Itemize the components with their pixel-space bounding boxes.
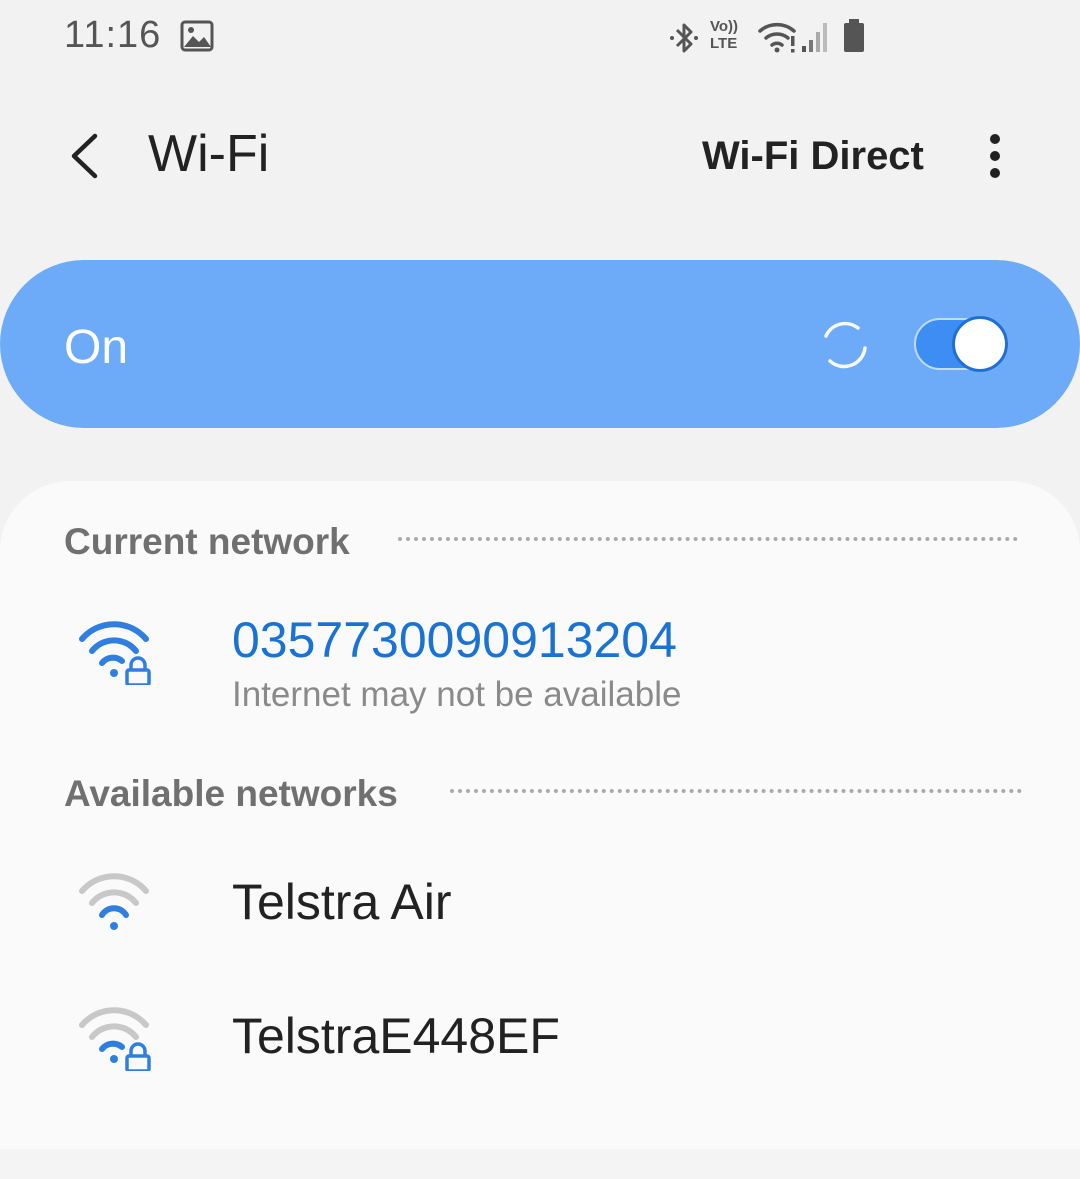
network-name: TelstraE448EF (232, 1008, 560, 1064)
wifi-secured-icon (79, 1007, 151, 1071)
current-network-status: Internet may not be available (232, 675, 682, 714)
switch-knob (952, 316, 1008, 372)
wifi-settings-screen: 11:16 Vo)) LTE Wi-Fi Wi-Fi Direct On Cur… (0, 0, 1080, 1179)
chevron-left-icon (71, 133, 98, 179)
network-name: Telstra Air (232, 874, 452, 930)
cell-signal-icon (802, 23, 827, 52)
back-button[interactable] (56, 128, 112, 184)
status-time: 11:16 (64, 14, 162, 56)
more-dot-icon (990, 134, 1000, 144)
app-header: Wi-Fi Wi-Fi Direct (0, 100, 1080, 210)
section-divider (450, 789, 1022, 793)
status-bar: 11:16 Vo)) LTE (0, 0, 1080, 75)
more-options-button[interactable] (975, 130, 1015, 182)
bottom-strip (0, 1149, 1080, 1179)
wifi-direct-button[interactable]: Wi-Fi Direct (702, 134, 924, 179)
current-network-item[interactable]: 0357730090913204 Internet may not be ava… (0, 597, 1080, 727)
page-title: Wi-Fi (148, 125, 270, 183)
gallery-icon (180, 20, 214, 52)
wifi-open-icon (79, 873, 149, 930)
wifi-master-toggle-row[interactable]: On (0, 260, 1080, 428)
volte-top-text: Vo)) (710, 18, 739, 35)
section-divider (398, 537, 1018, 541)
battery-icon (844, 19, 864, 52)
more-dot-icon (990, 168, 1000, 178)
wifi-switch[interactable] (914, 316, 1008, 372)
wifi-status-icon (758, 23, 796, 53)
toggle-state-label: On (64, 321, 129, 374)
current-network-name: 0357730090913204 (232, 612, 677, 668)
network-item-telstrae448ef[interactable]: TelstraE448EF (0, 981, 1080, 1095)
volte-bottom-text: LTE (710, 35, 738, 52)
volte-icon: Vo)) LTE (710, 18, 752, 58)
network-item-telstra-air[interactable]: Telstra Air (0, 847, 1080, 957)
current-network-header: Current network (64, 521, 350, 562)
available-networks-header: Available networks (64, 773, 398, 814)
more-dot-icon (990, 151, 1000, 161)
wifi-secured-icon (79, 621, 151, 685)
scanning-spinner-icon (824, 321, 867, 369)
networks-panel: Current network 0357730090913204 Interne… (0, 481, 1080, 1149)
bluetooth-icon (670, 23, 698, 53)
